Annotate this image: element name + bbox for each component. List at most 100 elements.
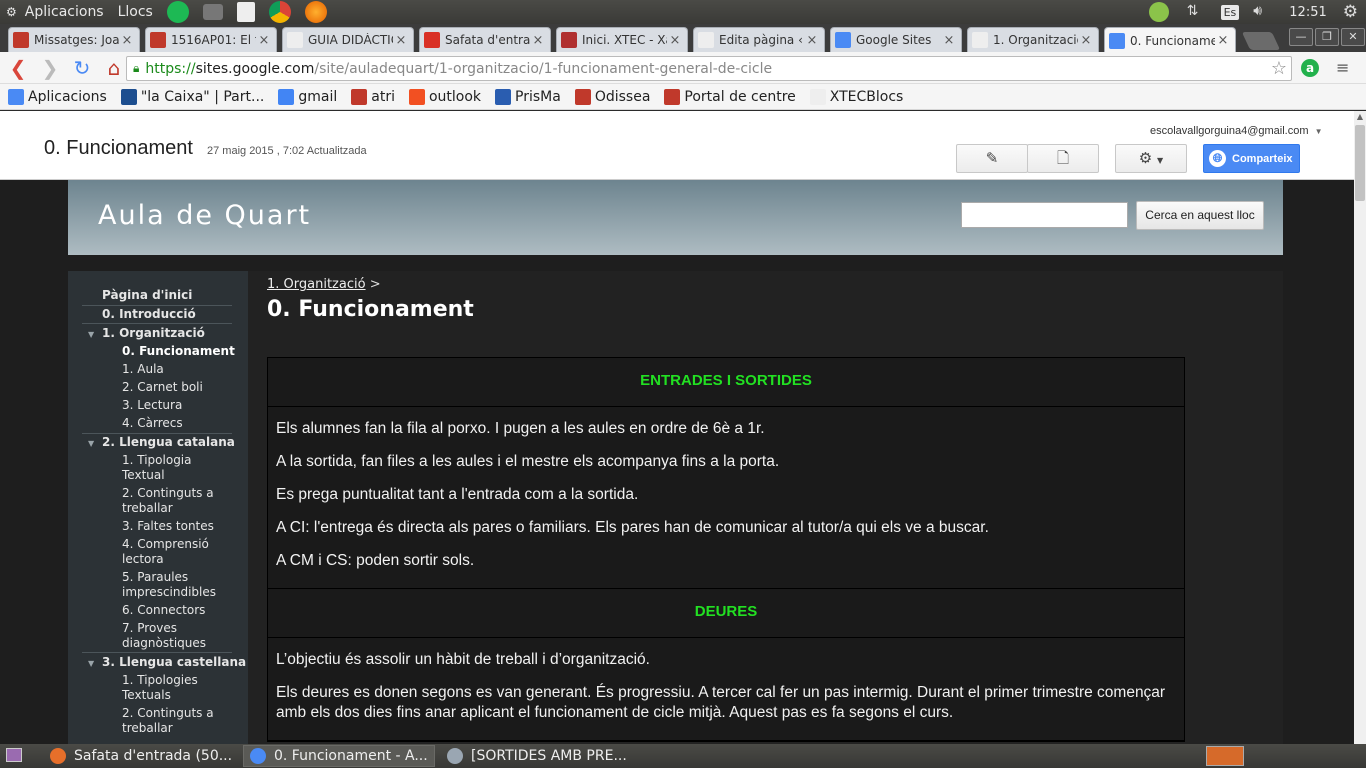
bookmark-item[interactable]: outlook (408, 88, 481, 105)
browser-tab[interactable]: Edita pàgina ‹ C× (693, 27, 825, 52)
collapse-arrow-icon[interactable]: ▼ (88, 659, 94, 668)
edit-page-button[interactable]: ✎ (956, 144, 1028, 173)
keyboard-layout-indicator[interactable]: Es (1220, 4, 1240, 20)
network-icon[interactable]: ⇅ (1187, 3, 1203, 21)
bookmark-item[interactable]: Odissea (574, 88, 650, 105)
address-bar[interactable]: 🔒︎ https://sites.google.com/site/auladeq… (126, 56, 1292, 81)
bookmark-label: PrisMa (515, 88, 561, 105)
home-button[interactable]: ⌂ (100, 54, 128, 82)
browser-tab[interactable]: Safata d'entrad × (419, 27, 551, 52)
sidebar-subitem[interactable]: 5. Paraules imprescindibles (122, 570, 216, 600)
text-editor-launcher-icon[interactable] (236, 2, 255, 22)
site-name[interactable]: Aula de Quart (98, 200, 311, 231)
scrollbar-thumb[interactable] (1355, 125, 1365, 201)
sidebar-subitem[interactable]: 4. Comprensió lectora (122, 537, 209, 567)
show-desktop-icon[interactable] (6, 748, 22, 762)
chrome-notification-icon[interactable] (1206, 746, 1244, 766)
sidebar-subitem[interactable]: 0. Funcionament (122, 344, 235, 359)
sidebar-subitem[interactable]: 1. Aula (122, 362, 164, 377)
sidebar-subitem[interactable]: 6. Connectors (122, 603, 205, 618)
system-settings-icon[interactable]: ⚙ (1343, 2, 1358, 22)
minimize-button[interactable]: — (1289, 28, 1313, 46)
sidebar-item-home[interactable]: Pàgina d'inici (102, 288, 192, 303)
scroll-up-arrow-icon[interactable]: ▲ (1354, 111, 1366, 123)
new-page-button[interactable]: 🗋︎ (1027, 144, 1099, 173)
tab-title: Missatges: Joan (34, 33, 119, 47)
browser-tab[interactable]: GUIA DIDÀCTIC × (282, 27, 414, 52)
sidebar-subitem[interactable]: 1. Tipologies Textuals (122, 673, 198, 703)
chrome-menu-icon[interactable]: ≡ (1336, 59, 1352, 77)
tab-close-icon[interactable]: × (804, 33, 820, 48)
bookmark-item[interactable]: Aplicacions (8, 88, 107, 105)
places-menu[interactable]: Llocs (118, 4, 153, 20)
taskbar-window-button[interactable]: [SORTIDES AMB PRE... (441, 745, 633, 767)
breadcrumb-link-organitzacio[interactable]: 1. Organització (267, 277, 366, 292)
bookmark-item[interactable]: PrisMa (495, 88, 561, 105)
tab-close-icon[interactable]: × (119, 33, 135, 48)
applications-menu[interactable]: Aplicacions (25, 4, 104, 20)
sidebar-subitem[interactable]: 3. Faltes tontes (122, 519, 214, 534)
firefox-launcher-icon[interactable] (304, 1, 327, 23)
os-taskbar: Safata d'entrada (50... 0. Funcionament -… (0, 744, 1366, 768)
browser-tab[interactable]: 0. Funcionamen× (1104, 27, 1236, 53)
sidebar-item-llengua-castellana[interactable]: 3. Llengua castellana (102, 655, 246, 670)
extension-icon[interactable]: a (1301, 59, 1319, 77)
browser-tab[interactable]: Inici. XTEC - Xa × (556, 27, 688, 52)
sidebar-subitem[interactable]: 2. Continguts a treballar (122, 706, 214, 736)
content-table: ENTRADES I SORTIDES Els alumnes fan la f… (267, 357, 1185, 742)
page-scrollbar[interactable]: ▲ (1354, 111, 1366, 744)
volume-icon[interactable]: 🔊︎ (1253, 3, 1271, 21)
reload-button[interactable]: ↻ (68, 54, 96, 82)
secure-lock-icon[interactable]: 🔒︎ (133, 61, 139, 76)
sidebar-subitem[interactable]: 4. Càrrecs (122, 416, 183, 431)
tab-close-icon[interactable]: × (941, 33, 957, 48)
bookmarks-bar: Aplicacions "la Caixa" | Part... gmail atri… (0, 84, 1366, 110)
browser-tab[interactable]: Missatges: Joan × (8, 27, 140, 52)
sidebar-item-intro[interactable]: 0. Introducció (102, 307, 196, 322)
ubuntu-logo-icon[interactable]: ⚙ (6, 5, 17, 19)
terminal-launcher-icon[interactable] (202, 4, 223, 20)
browser-tab[interactable]: Google Sites × (830, 27, 962, 52)
back-button[interactable]: ❮ (4, 54, 32, 82)
tab-close-icon[interactable]: × (393, 33, 409, 48)
sidebar-subitem[interactable]: 2. Continguts a treballar (122, 486, 214, 516)
taskbar-window-button[interactable]: 0. Funcionament - A... (243, 745, 435, 767)
share-button[interactable]: 🌐︎ Comparteix (1203, 144, 1300, 173)
sidebar-subitem[interactable]: 2. Carnet boli (122, 380, 203, 395)
bookmark-item[interactable]: XTECBlocs (809, 88, 903, 105)
sidebar-subitem[interactable]: 3. Lectura (122, 398, 182, 413)
tab-close-icon[interactable]: × (1215, 33, 1231, 48)
forward-button[interactable]: ❯ (36, 54, 64, 82)
bookmark-item[interactable]: atri (351, 88, 395, 105)
spotify-tray-icon[interactable] (1148, 2, 1169, 22)
maximize-button[interactable]: ❐ (1315, 28, 1339, 46)
bookmark-star-icon[interactable]: ☆ (1271, 57, 1287, 80)
collapse-arrow-icon[interactable]: ▼ (88, 439, 94, 448)
sidebar-subitem-line: 1. Tipologies (122, 673, 198, 687)
spotify-launcher-icon[interactable] (166, 1, 189, 23)
sidebar-subitem[interactable]: 7. Proves diagnòstiques (122, 621, 206, 651)
close-window-button[interactable]: ✕ (1341, 28, 1365, 46)
bookmark-item[interactable]: Portal de centre (664, 88, 796, 105)
tab-close-icon[interactable]: × (256, 33, 272, 48)
new-tab-button[interactable] (1241, 32, 1281, 50)
sidebar-subitem[interactable]: 1. Tipologia Textual (122, 453, 192, 483)
tab-close-icon[interactable]: × (1078, 33, 1094, 48)
sidebar-subitem-line: 4. Comprensió (122, 537, 209, 551)
sidebar-item-organitzacio[interactable]: 1. Organització (102, 326, 205, 341)
account-email[interactable]: escolavallgorguina4@gmail.com ▼ (1150, 125, 1323, 137)
site-search-button[interactable]: Cerca en aquest lloc (1136, 201, 1264, 230)
collapse-arrow-icon[interactable]: ▼ (88, 330, 94, 339)
browser-tab[interactable]: 1. Organització × (967, 27, 1099, 52)
bookmark-item[interactable]: "la Caixa" | Part... (120, 88, 264, 105)
chrome-launcher-icon[interactable] (268, 1, 291, 23)
tab-close-icon[interactable]: × (667, 33, 683, 48)
clock[interactable]: 12:51 (1289, 5, 1326, 20)
site-search-input[interactable] (961, 202, 1128, 228)
sidebar-item-llengua-catalana[interactable]: 2. Llengua catalana (102, 435, 235, 450)
bookmark-item[interactable]: gmail (278, 88, 337, 105)
more-actions-button[interactable]: ⚙ ▼ (1115, 144, 1187, 173)
browser-tab[interactable]: 1516AP01: El t × (145, 27, 277, 52)
taskbar-window-button[interactable]: Safata d'entrada (50... (44, 745, 236, 767)
tab-close-icon[interactable]: × (530, 33, 546, 48)
